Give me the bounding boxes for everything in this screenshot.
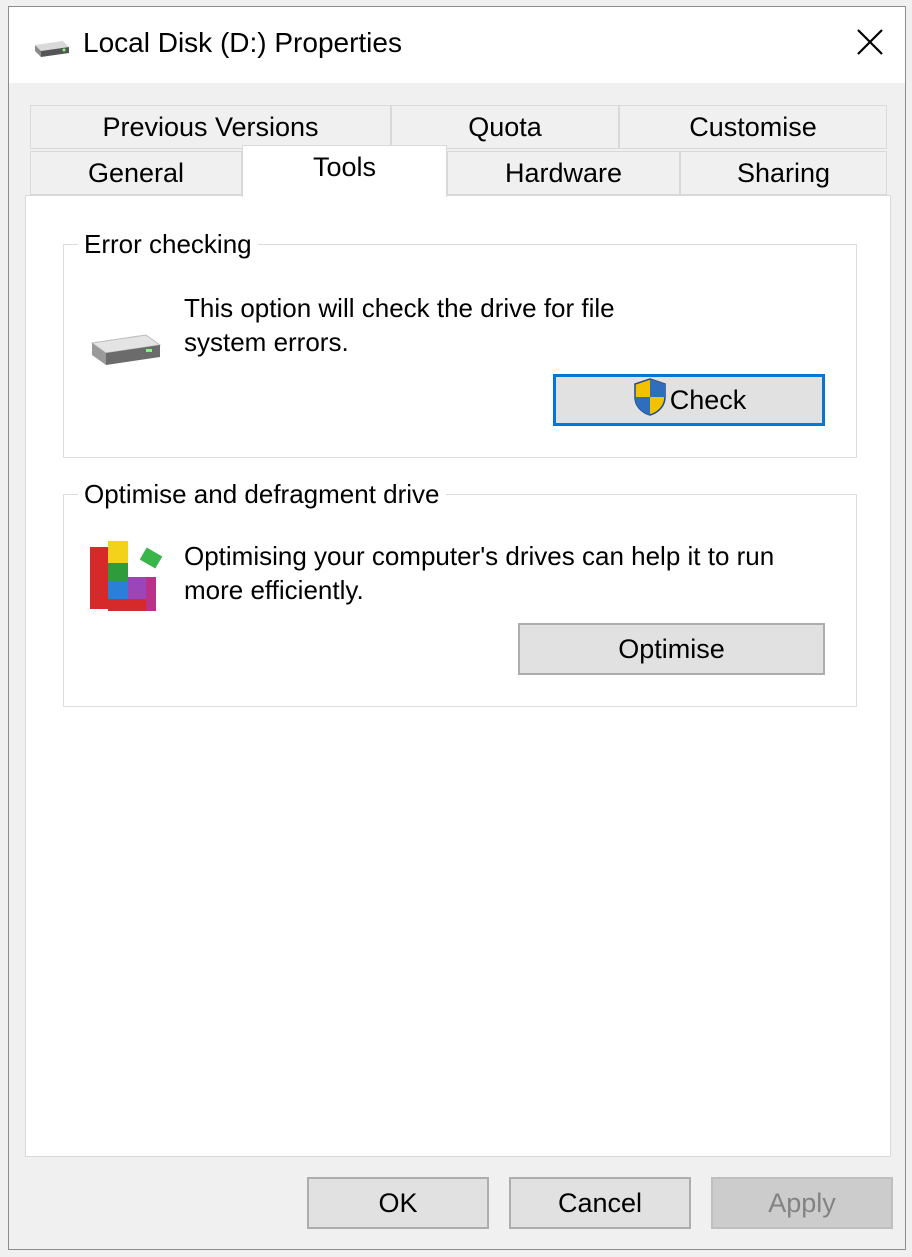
description-line: Optimising your computer's drives can he…	[184, 541, 775, 571]
tools-tab-panel: Error checking This option will check th…	[25, 195, 891, 1157]
drive-icon	[31, 37, 71, 64]
error-checking-label: Error checking	[78, 228, 258, 260]
tab-label: Quota	[468, 111, 542, 142]
description-line: system errors.	[184, 327, 349, 357]
tab-previous-versions[interactable]: Previous Versions	[30, 105, 391, 149]
optimise-description: Optimising your computer's drives can he…	[184, 539, 774, 607]
tab-hardware[interactable]: Hardware	[447, 151, 680, 195]
tab-label: Tools	[312, 152, 377, 182]
tab-general[interactable]: General	[30, 151, 242, 195]
tab-label: Customise	[689, 111, 817, 142]
description-line: This option will check the drive for fil…	[184, 293, 615, 323]
close-button[interactable]	[845, 19, 895, 69]
cancel-button[interactable]: Cancel	[509, 1177, 691, 1229]
window-title: Local Disk (D:) Properties	[83, 27, 402, 58]
tab-quota[interactable]: Quota	[391, 105, 619, 149]
tab-customise[interactable]: Customise	[619, 105, 887, 149]
apply-button-label: Apply	[768, 1187, 836, 1218]
error-checking-description: This option will check the drive for fil…	[184, 291, 615, 359]
title-bar: Local Disk (D:) Properties	[9, 7, 905, 83]
optimise-group: Optimise and defragment drive Optimising…	[63, 478, 857, 707]
close-icon	[856, 28, 884, 61]
defrag-icon	[86, 537, 166, 622]
tab-tools[interactable]: Tools	[242, 145, 447, 197]
optimise-button-label: Optimise	[618, 633, 725, 664]
tab-sharing[interactable]: Sharing	[680, 151, 887, 195]
cancel-button-label: Cancel	[557, 1187, 643, 1218]
ok-button[interactable]: OK	[307, 1177, 489, 1229]
check-button-label: Check	[669, 384, 747, 415]
tab-label: Previous Versions	[102, 111, 319, 142]
tab-label: Hardware	[504, 157, 623, 188]
error-checking-group: Error checking This option will check th…	[63, 228, 857, 458]
apply-button[interactable]: Apply	[711, 1177, 893, 1229]
check-button[interactable]: Check	[553, 374, 825, 426]
optimise-button[interactable]: Optimise	[518, 623, 825, 675]
description-line: more efficiently.	[184, 575, 364, 605]
tab-label: General	[87, 157, 185, 188]
ok-button-label: OK	[378, 1187, 418, 1218]
tab-label: Sharing	[736, 157, 831, 188]
uac-shield-icon	[632, 377, 668, 424]
drive-icon	[88, 329, 162, 374]
properties-dialog: Local Disk (D:) Properties Previous Vers…	[8, 6, 906, 1250]
optimise-label: Optimise and defragment drive	[78, 478, 446, 510]
